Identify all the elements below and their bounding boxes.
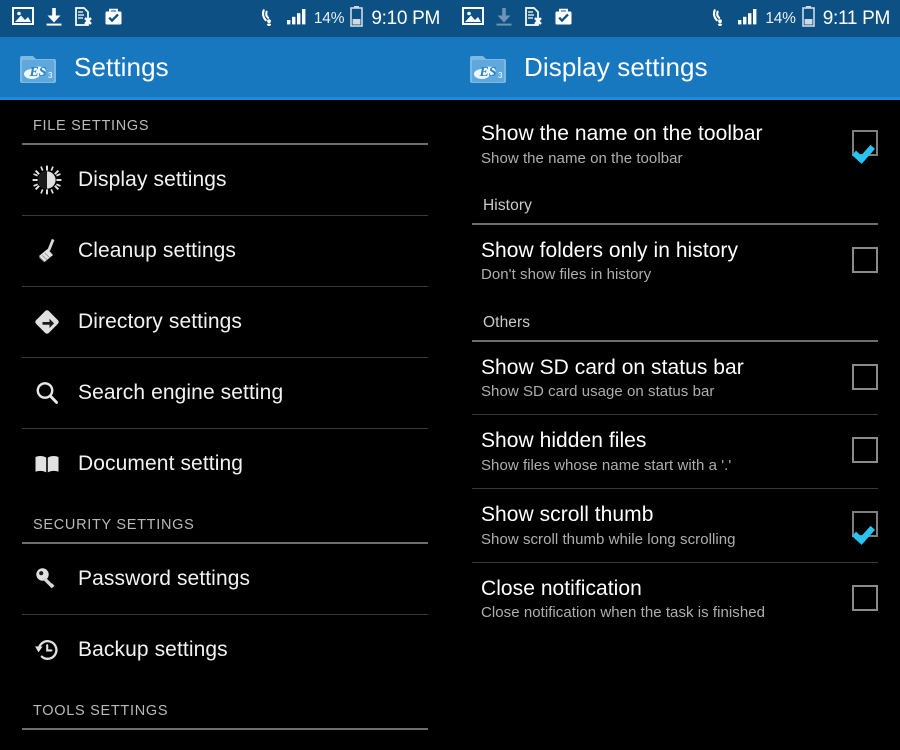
app-header-left: ES 3 Settings xyxy=(0,37,450,100)
clock-label: 9:11 PM xyxy=(822,7,891,29)
image-icon xyxy=(12,7,34,30)
pref-text: Show SD card on status bar Show SD card … xyxy=(481,356,852,401)
pref-subtitle: Show files whose name start with a '.' xyxy=(481,456,732,474)
svg-text:3: 3 xyxy=(498,71,503,80)
pref-row-show-folders-only-in-history[interactable]: Show folders only in history Don't show … xyxy=(450,225,900,298)
checkbox-show-name-on-toolbar[interactable] xyxy=(852,130,878,156)
status-bar-left: 14% 9:10 PM xyxy=(0,0,450,37)
pref-text: Close notification Close notification wh… xyxy=(481,577,852,622)
pref-text: Show folders only in history Don't show … xyxy=(481,239,852,284)
settings-nav-list: FILE SETTINGS Display settings Cleanup s… xyxy=(0,100,450,730)
sidebar-item-label: Document setting xyxy=(78,452,244,475)
svg-text:ES: ES xyxy=(478,65,496,80)
cellular-signal-icon xyxy=(737,7,759,30)
section-header-history: History xyxy=(483,196,532,214)
pref-subtitle: Close notification when the task is fini… xyxy=(481,604,766,622)
right-pane-display-settings: 14% 9:11 PM ES 3 Display settings Show t… xyxy=(450,0,900,750)
svg-text:ES: ES xyxy=(28,65,46,80)
left-pane-settings: 14% 9:10 PM ES 3 Settings FILE SETTINGS … xyxy=(0,0,450,750)
document-remove-icon xyxy=(74,6,93,31)
document-remove-icon xyxy=(524,6,543,31)
pref-row-close-notification[interactable]: Close notification Close notification wh… xyxy=(450,563,900,636)
divider xyxy=(22,728,428,730)
book-icon xyxy=(30,447,64,481)
sidebar-item-label: Search engine setting xyxy=(78,381,284,404)
status-bar-notification-icons xyxy=(12,6,123,31)
search-icon xyxy=(30,376,64,410)
briefcase-check-icon xyxy=(554,7,573,31)
pref-text: Show hidden files Show files whose name … xyxy=(481,429,852,474)
svg-text:3: 3 xyxy=(48,71,53,80)
image-icon xyxy=(462,7,484,30)
status-bar-system-icons: 14% 9:10 PM xyxy=(258,0,440,37)
key-icon xyxy=(30,562,64,596)
pref-title: Close notification xyxy=(481,576,642,600)
es-file-explorer-logo-icon: ES 3 xyxy=(18,47,58,87)
group-header-tools-settings: TOOLS SETTINGS xyxy=(33,703,169,719)
sidebar-item-document-setting[interactable]: Document setting xyxy=(0,429,450,499)
broom-icon xyxy=(30,234,64,268)
sidebar-item-label: Display settings xyxy=(78,168,227,191)
checkbox-show-scroll-thumb[interactable] xyxy=(852,511,878,538)
sidebar-item-search-engine-setting[interactable]: Search engine setting xyxy=(0,358,450,428)
es-file-explorer-logo-icon: ES 3 xyxy=(468,47,508,87)
status-bar-notification-icons xyxy=(462,6,573,31)
status-bar-system-icons: 14% 9:11 PM xyxy=(709,0,890,37)
sidebar-item-cleanup-settings[interactable]: Cleanup settings xyxy=(0,216,450,286)
battery-icon xyxy=(801,5,815,32)
sidebar-item-display-settings[interactable]: Display settings xyxy=(0,145,450,215)
pref-row-show-sd-card-on-status-bar[interactable]: Show SD card on status bar Show SD card … xyxy=(450,342,900,415)
wifi-icon xyxy=(258,6,280,31)
pref-row-show-name-on-toolbar[interactable]: Show the name on the toolbar Show the na… xyxy=(450,108,900,181)
pref-text: Show the name on the toolbar Show the na… xyxy=(481,122,852,167)
battery-percent-label: 14% xyxy=(313,9,345,27)
sidebar-item-label: Password settings xyxy=(78,567,251,590)
pref-title: Show hidden files xyxy=(481,429,647,453)
sidebar-item-label: Cleanup settings xyxy=(78,239,237,262)
pref-row-show-hidden-files[interactable]: Show hidden files Show files whose name … xyxy=(450,415,900,488)
pref-title: Show SD card on status bar xyxy=(481,355,744,379)
pref-subtitle: Show SD card usage on status bar xyxy=(481,383,715,401)
cellular-signal-icon xyxy=(286,7,308,30)
briefcase-check-icon xyxy=(104,7,123,31)
section-header-others: Others xyxy=(483,313,531,331)
clock-label: 9:10 PM xyxy=(371,7,440,29)
app-title-left: Settings xyxy=(74,51,169,82)
pref-subtitle: Show the name on the toolbar xyxy=(481,149,683,167)
pref-title: Show the name on the toolbar xyxy=(481,122,763,145)
clock-restore-icon xyxy=(30,633,64,667)
sidebar-item-directory-settings[interactable]: Directory settings xyxy=(0,287,450,357)
brightness-icon xyxy=(30,163,64,197)
display-settings-list: Show the name on the toolbar Show the na… xyxy=(450,100,900,636)
download-icon xyxy=(495,7,513,31)
app-header-right: ES 3 Display settings xyxy=(450,37,900,100)
pref-title: Show folders only in history xyxy=(481,238,739,262)
pref-row-show-scroll-thumb[interactable]: Show scroll thumb Show scroll thumb whil… xyxy=(450,489,900,562)
wifi-icon xyxy=(709,6,731,31)
battery-percent-label: 14% xyxy=(765,9,796,27)
battery-icon xyxy=(350,5,364,32)
status-bar-right: 14% 9:11 PM xyxy=(450,0,900,37)
group-header-security-settings: SECURITY SETTINGS xyxy=(33,517,195,533)
dual-screenshot: 14% 9:10 PM ES 3 Settings FILE SETTINGS … xyxy=(0,0,900,750)
sidebar-item-label: Backup settings xyxy=(78,638,228,661)
sidebar-item-password-settings[interactable]: Password settings xyxy=(0,544,450,614)
download-icon xyxy=(45,7,63,31)
checkbox-show-folders-only-in-history[interactable] xyxy=(852,246,878,273)
pref-subtitle: Show scroll thumb while long scrolling xyxy=(481,530,736,548)
checkbox-close-notification[interactable] xyxy=(852,584,878,611)
checkbox-show-sd-card-on-status-bar[interactable] xyxy=(852,363,878,390)
app-title-right: Display settings xyxy=(524,51,708,82)
pref-subtitle: Don't show files in history xyxy=(481,266,652,284)
pref-text: Show scroll thumb Show scroll thumb whil… xyxy=(481,503,852,548)
group-header-file-settings: FILE SETTINGS xyxy=(33,118,150,134)
directory-arrow-icon xyxy=(30,305,64,339)
checkbox-show-hidden-files[interactable] xyxy=(852,437,878,464)
sidebar-item-backup-settings[interactable]: Backup settings xyxy=(0,615,450,685)
pref-title: Show scroll thumb xyxy=(481,503,654,527)
sidebar-item-label: Directory settings xyxy=(78,310,243,333)
